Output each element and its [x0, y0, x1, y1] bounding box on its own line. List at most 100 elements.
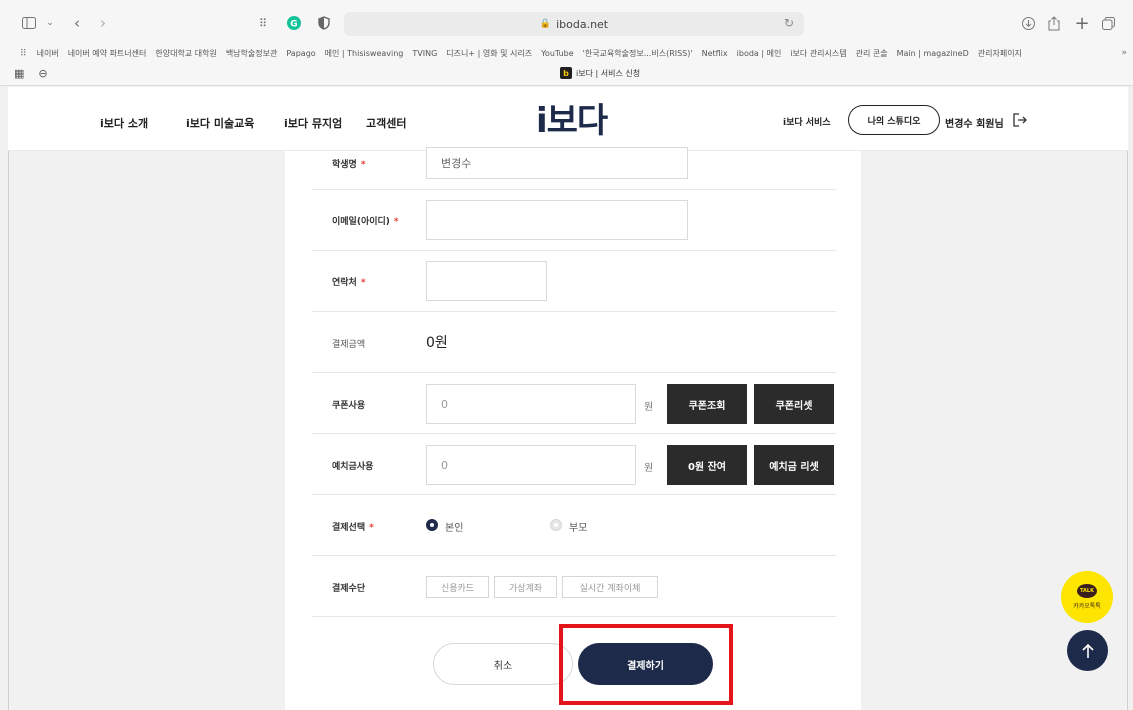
- deposit-balance-button[interactable]: 0원 잔여: [667, 445, 747, 485]
- new-tab-icon[interactable]: +: [1074, 12, 1090, 34]
- reload-icon[interactable]: ↻: [784, 16, 794, 30]
- deposit-input[interactable]: 0: [426, 445, 636, 485]
- contact-label: 연락처 *: [332, 275, 366, 288]
- bookmark-item[interactable]: i보다 관리시스템: [790, 48, 846, 59]
- shield-icon[interactable]: [316, 12, 332, 34]
- bookmark-item[interactable]: Papago: [286, 49, 315, 58]
- scroll-top-button[interactable]: [1067, 630, 1108, 671]
- method-virtual-account[interactable]: 가상계좌: [494, 576, 557, 598]
- student-name-label: 학생명 *: [332, 157, 366, 170]
- payer-option-parent[interactable]: 부모: [569, 519, 587, 534]
- highlight-annotation: [559, 624, 733, 705]
- my-studio-button[interactable]: 나의 스튜디오: [848, 105, 940, 135]
- coupon-input[interactable]: 0: [426, 384, 636, 424]
- payer-radio-self[interactable]: [426, 519, 438, 531]
- sidebar-toggle-icon[interactable]: [18, 12, 40, 34]
- method-label: 결제수단: [332, 584, 366, 594]
- bookmark-item[interactable]: Main | magazineD: [897, 49, 969, 58]
- grammarly-icon[interactable]: G: [286, 12, 302, 34]
- member-name: 변경수 회원님: [945, 119, 1004, 130]
- chevron-down-icon[interactable]: ⌄: [44, 12, 56, 34]
- form-row-email: 이메일(아이디) *: [312, 190, 836, 251]
- bookmark-item[interactable]: iboda | 메인: [737, 48, 782, 59]
- form-row-coupon: 쿠폰사용 0 원 쿠폰조회 쿠폰리셋: [312, 373, 836, 434]
- payer-radio-parent[interactable]: [550, 519, 562, 531]
- site-header: i보다 소개 i보다 미술교육 i보다 뮤지엄 고객센터 i보다 i보다 서비스…: [8, 87, 1128, 151]
- bookmark-item[interactable]: 한양대학교 대학원: [155, 48, 216, 59]
- nav-link-customer-center[interactable]: 고객센터: [366, 115, 406, 131]
- email-label: 이메일(아이디) *: [332, 214, 399, 227]
- back-arrow-icon[interactable]: ‹: [70, 12, 84, 34]
- payer-option-self[interactable]: 본인: [445, 519, 463, 534]
- browser-toolbar: ⌄ ‹ › ⠿ G 🔒 iboda.net ↻ +: [0, 0, 1133, 44]
- arrow-up-icon: [1081, 643, 1094, 658]
- bookmark-item[interactable]: 네이버 예약 파트너센터: [68, 48, 147, 59]
- lock-icon: 🔒: [539, 19, 552, 29]
- bookmark-item[interactable]: Netflix: [702, 49, 728, 58]
- bookmark-item[interactable]: 관리자페이지: [978, 48, 1022, 59]
- method-realtime-transfer[interactable]: 실시간 계좌이체: [562, 576, 658, 598]
- coupon-unit: 원: [644, 402, 654, 413]
- tab-title: i보다 | 서비스 신청: [576, 68, 641, 78]
- kakao-talk-label: 카카오톡톡: [1073, 603, 1101, 610]
- method-credit-card[interactable]: 신용카드: [426, 576, 489, 598]
- nav-link-about[interactable]: i보다 소개: [100, 115, 148, 131]
- site-logo[interactable]: i보다: [536, 101, 626, 141]
- bookmark-item[interactable]: 네이버: [37, 48, 59, 59]
- bookmark-item[interactable]: 디즈니+ | 영화 및 시리즈: [446, 48, 532, 59]
- bookmark-item[interactable]: TVING: [412, 49, 437, 58]
- logout-icon[interactable]: [1012, 112, 1028, 128]
- form-row-amount: 결제금액 0원: [312, 312, 836, 373]
- student-name-label-text: 학생명: [332, 160, 357, 170]
- nav-link-art-education[interactable]: i보다 미술교육: [186, 115, 254, 131]
- deposit-unit: 원: [644, 463, 654, 474]
- cancel-button[interactable]: 취소: [433, 643, 573, 685]
- required-mark: *: [360, 278, 366, 288]
- pinned-tabs: ▦ ⊖: [14, 67, 48, 80]
- pinned-tab-minus-icon[interactable]: ⊖: [38, 67, 47, 80]
- deposit-reset-button[interactable]: 예치금 리셋: [754, 445, 834, 485]
- bookmark-item[interactable]: YouTube: [541, 49, 574, 58]
- kakao-talk-icon: TALK: [1077, 584, 1097, 598]
- kakao-talk-button[interactable]: TALK 카카오톡톡: [1061, 571, 1113, 623]
- pinned-tab-image-icon[interactable]: ▦: [14, 67, 24, 80]
- form-row-deposit: 예치금사용 0 원 0원 잔여 예치금 리셋: [312, 434, 836, 495]
- bookmarks-grid-icon[interactable]: ⠿: [20, 49, 27, 59]
- student-name-input[interactable]: 변경수: [426, 147, 688, 179]
- tab-overview-icon[interactable]: [1100, 12, 1116, 34]
- coupon-label: 쿠폰사용: [332, 401, 366, 411]
- form-row-contact: 연락처 *: [312, 251, 836, 312]
- payer-label: 결제선택 *: [332, 520, 374, 533]
- form-row-method: 결제수단 신용카드 가상계좌 실시간 계좌이체: [312, 556, 836, 617]
- download-icon[interactable]: [1020, 12, 1036, 34]
- url-bar[interactable]: 🔒 iboda.net ↻: [344, 12, 804, 36]
- form-row-payer: 결제선택 * 본인 부모: [312, 495, 836, 556]
- bookmark-item[interactable]: 관리 콘솔: [856, 48, 888, 59]
- bookmarks-more-icon[interactable]: »: [1121, 48, 1127, 58]
- url-text: iboda.net: [556, 17, 609, 31]
- forward-arrow-icon[interactable]: ›: [96, 12, 110, 34]
- service-link[interactable]: i보다 서비스: [783, 115, 831, 128]
- contact-input[interactable]: [426, 261, 547, 301]
- extensions-grid-icon[interactable]: ⠿: [255, 12, 271, 34]
- coupon-reset-button[interactable]: 쿠폰리셋: [754, 384, 834, 424]
- bookmark-item[interactable]: '한국교육학술정보...비스(RISS)': [583, 48, 693, 59]
- deposit-label: 예치금사용: [332, 462, 374, 472]
- share-icon[interactable]: [1046, 12, 1062, 34]
- payer-label-text: 결제선택: [332, 523, 366, 533]
- email-label-text: 이메일(아이디): [332, 217, 390, 227]
- required-mark: *: [360, 160, 366, 170]
- bookmarks-bar: ⠿ 네이버 네이버 예약 파트너센터 한양대학교 대학원 백남학술정보관 Pap…: [0, 44, 1133, 63]
- nav-link-museum[interactable]: i보다 뮤지엄: [284, 115, 342, 131]
- browser-chrome: ⌄ ‹ › ⠿ G 🔒 iboda.net ↻ + ⠿ 네이버 네이버 예약 파…: [0, 0, 1133, 86]
- site-favicon-icon: b: [560, 67, 572, 79]
- required-mark: *: [393, 217, 399, 227]
- coupon-lookup-button[interactable]: 쿠폰조회: [667, 384, 747, 424]
- bookmark-item[interactable]: 메인 | Thisisweaving: [325, 48, 404, 59]
- amount-value: 0원: [426, 335, 448, 351]
- email-input[interactable]: [426, 200, 688, 240]
- active-tab[interactable]: b i보다 | 서비스 신청: [560, 67, 640, 79]
- method-options: 신용카드 가상계좌 실시간 계좌이체: [426, 576, 826, 598]
- bookmark-item[interactable]: 백남학술정보관: [226, 48, 278, 59]
- form-row-student-name: 학생명 * 변경수: [312, 147, 836, 190]
